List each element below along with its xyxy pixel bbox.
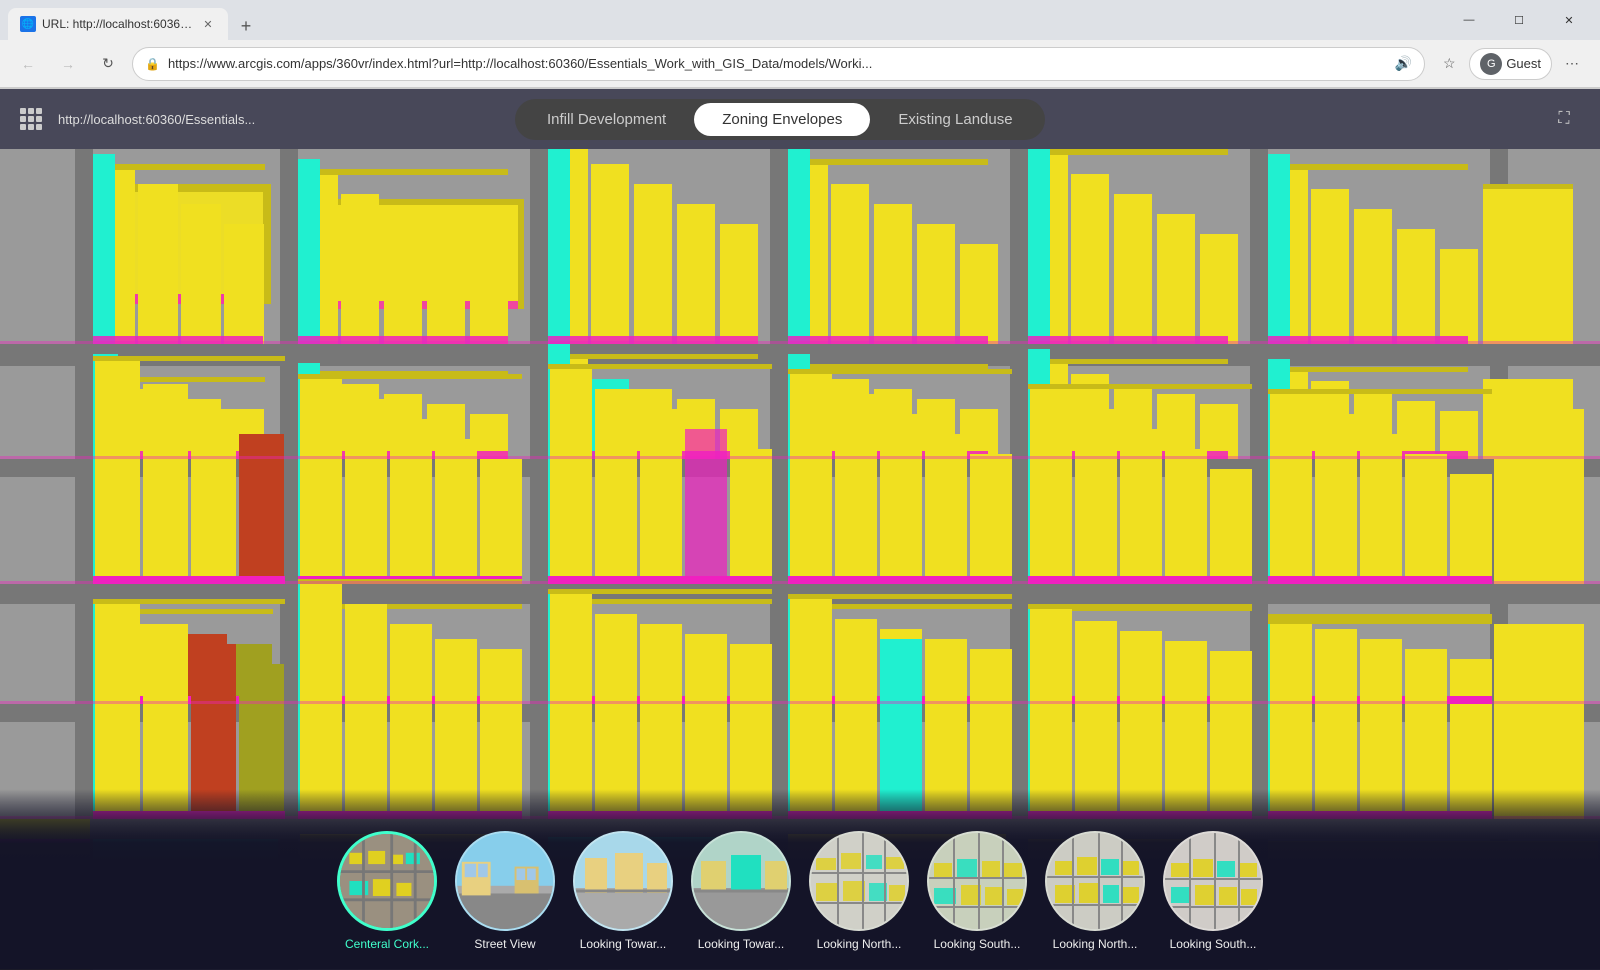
guest-avatar: G — [1480, 53, 1502, 75]
app-header: http://localhost:60360/Essentials... Inf… — [0, 89, 1600, 149]
thumb-looking-north-2[interactable]: Looking North... — [1045, 831, 1145, 951]
reload-button[interactable]: ↻ — [92, 48, 124, 80]
thumb-looking-south-2[interactable]: Looking South... — [1163, 831, 1263, 951]
thumb-central-cork[interactable]: Centeral Cork... — [337, 831, 437, 951]
back-button[interactable]: ← — [12, 48, 44, 80]
thumb-looking-toward-1[interactable]: Looking Towar... — [573, 831, 673, 951]
tab-infill[interactable]: Infill Development — [519, 103, 694, 136]
thumb-label-looking-north-2: Looking North... — [1053, 937, 1138, 951]
maximize-button[interactable]: ☐ — [1496, 4, 1542, 36]
browser-right-icons: ☆ G Guest ⋯ — [1433, 48, 1588, 80]
thumbnails-bar: Centeral Cork... Street View — [0, 789, 1600, 969]
favicon: 🌐 — [20, 16, 36, 32]
tab-close-button[interactable]: ✕ — [200, 16, 216, 32]
window-controls: — ☐ ✕ — [1446, 4, 1592, 36]
guest-label: Guest — [1506, 56, 1541, 71]
favorites-icon[interactable]: ☆ — [1433, 48, 1465, 80]
thumb-label-looking-toward-1: Looking Towar... — [580, 937, 667, 951]
tab-title: URL: http://localhost:60360/Esse... — [42, 17, 194, 31]
browser-chrome: 🌐 URL: http://localhost:60360/Esse... ✕ … — [0, 0, 1600, 89]
app-grid-icon[interactable] — [20, 108, 42, 130]
title-bar: 🌐 URL: http://localhost:60360/Esse... ✕ … — [0, 0, 1600, 40]
thumb-label-looking-north-1: Looking North... — [817, 937, 902, 951]
nav-tabs: Infill Development Zoning Envelopes Exis… — [515, 99, 1045, 140]
address-bar: ← → ↻ 🔒 https://www.arcgis.com/apps/360v… — [0, 40, 1600, 88]
lock-icon: 🔒 — [145, 57, 160, 71]
tab-bar: 🌐 URL: http://localhost:60360/Esse... ✕ … — [8, 0, 1446, 40]
thumb-label-central-cork: Centeral Cork... — [345, 937, 429, 951]
thumb-label-looking-south-2: Looking South... — [1170, 937, 1257, 951]
new-tab-button[interactable]: + — [232, 12, 260, 40]
thumb-looking-south-1[interactable]: Looking South... — [927, 831, 1027, 951]
thumb-label-street-view: Street View — [474, 937, 535, 951]
url-field[interactable]: 🔒 https://www.arcgis.com/apps/360vr/inde… — [132, 47, 1425, 81]
read-aloud-icon: 🔊 — [1395, 55, 1412, 72]
url-right-icons: 🔊 — [1395, 55, 1412, 72]
thumb-looking-north-1[interactable]: Looking North... — [809, 831, 909, 951]
tab-landuse[interactable]: Existing Landuse — [870, 103, 1040, 136]
thumb-label-looking-south-1: Looking South... — [934, 937, 1021, 951]
settings-icon[interactable]: ⋯ — [1556, 48, 1588, 80]
fullscreen-button[interactable]: ⛶ — [1548, 103, 1580, 135]
thumb-looking-toward-2[interactable]: Looking Towar... — [691, 831, 791, 951]
url-text: https://www.arcgis.com/apps/360vr/index.… — [168, 56, 1387, 71]
browser-tab[interactable]: 🌐 URL: http://localhost:60360/Esse... ✕ — [8, 8, 228, 40]
minimize-button[interactable]: — — [1446, 4, 1492, 36]
tab-zoning[interactable]: Zoning Envelopes — [694, 103, 870, 136]
forward-button[interactable]: → — [52, 48, 84, 80]
thumb-label-looking-toward-2: Looking Towar... — [698, 937, 785, 951]
app-title: http://localhost:60360/Essentials... — [58, 112, 255, 127]
guest-profile-button[interactable]: G Guest — [1469, 48, 1552, 80]
close-button[interactable]: ✕ — [1546, 4, 1592, 36]
thumb-street-view[interactable]: Street View — [455, 831, 555, 951]
